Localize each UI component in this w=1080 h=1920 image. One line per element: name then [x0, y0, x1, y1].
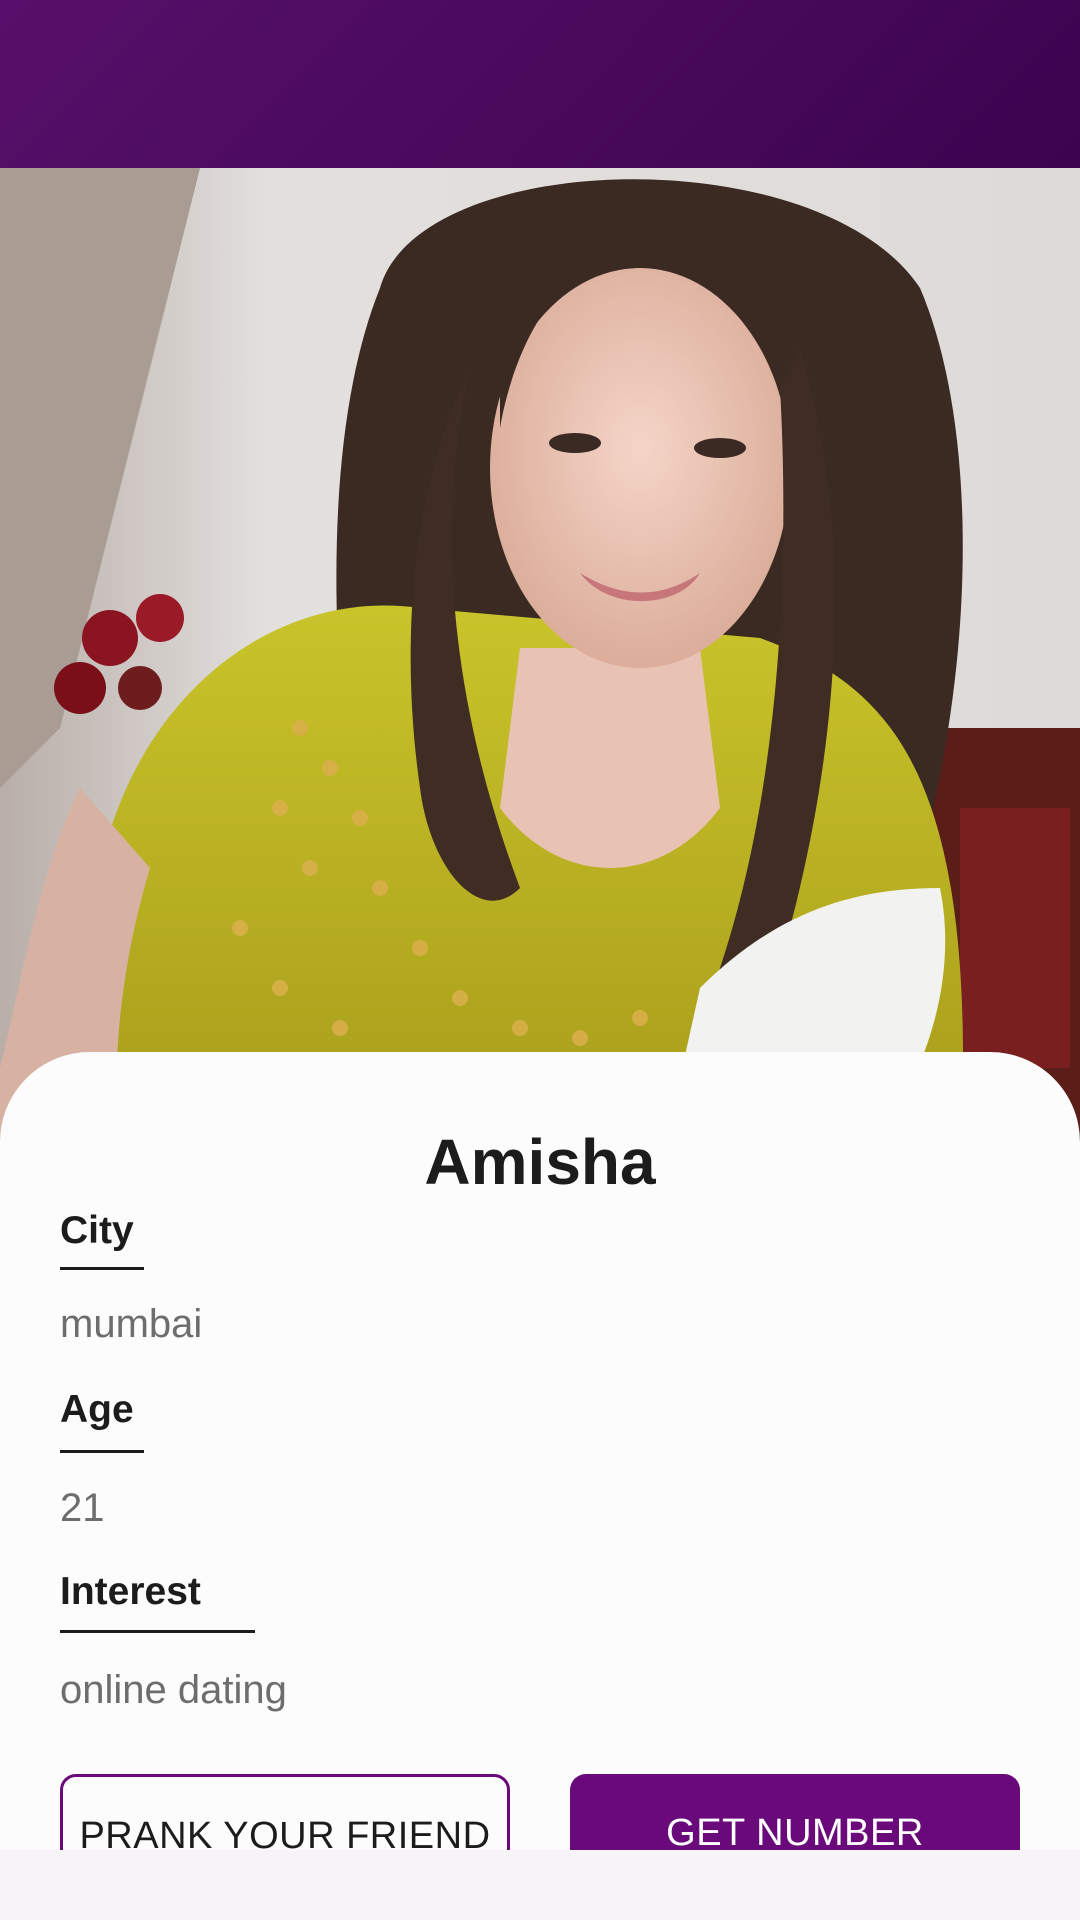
city-underline — [60, 1267, 144, 1270]
profile-name: Amisha — [424, 1126, 656, 1198]
interest-value: online dating — [60, 1668, 287, 1712]
profile-photo — [0, 168, 1080, 1168]
age-label: Age — [60, 1388, 134, 1431]
bottom-bar — [0, 1850, 1080, 1920]
interest-label: Interest — [60, 1570, 201, 1613]
city-label: City — [60, 1209, 134, 1252]
profile-card: Amisha City mumbai Age 21 Interest onlin… — [0, 1052, 1080, 1850]
app-bar — [0, 0, 1080, 168]
get-number-button[interactable]: GET NUMBER — [570, 1774, 1020, 1850]
prank-your-friend-button[interactable]: PRANK YOUR FRIEND — [60, 1774, 510, 1850]
age-underline — [60, 1450, 144, 1453]
interest-underline — [60, 1630, 255, 1633]
age-value: 21 — [60, 1486, 105, 1530]
city-value: mumbai — [60, 1302, 203, 1346]
